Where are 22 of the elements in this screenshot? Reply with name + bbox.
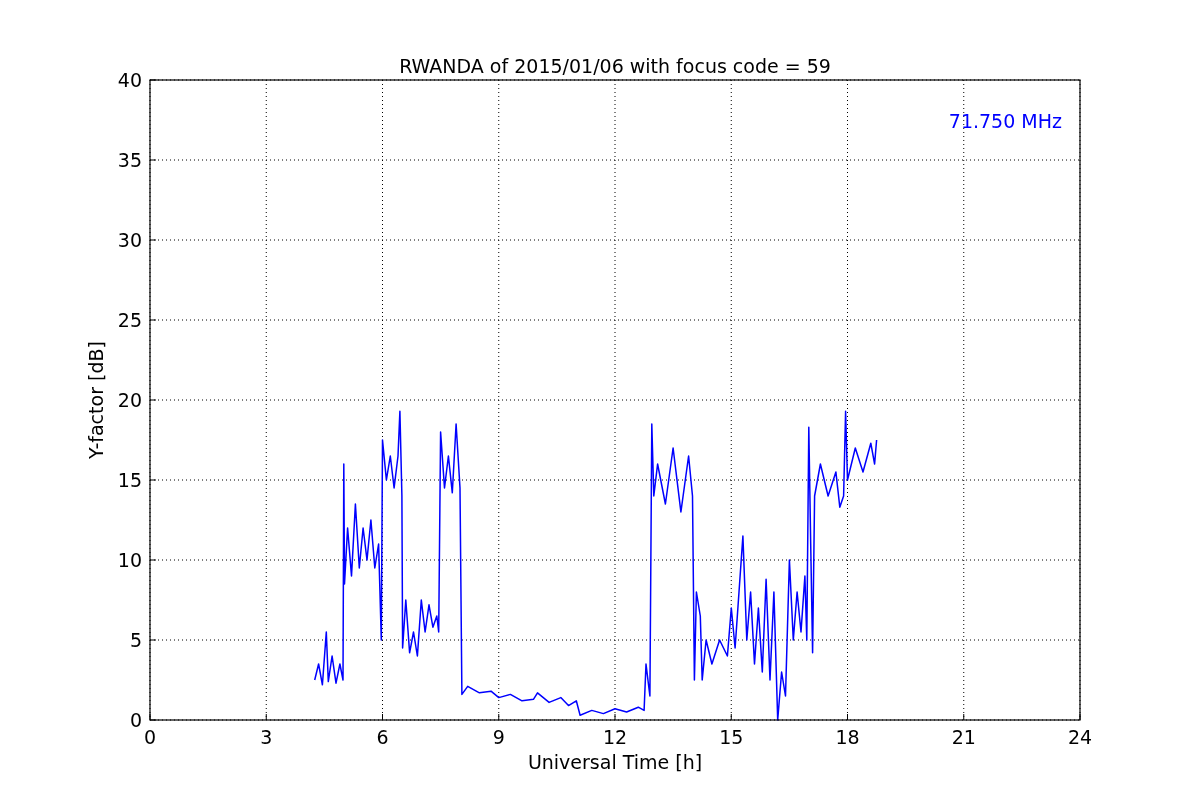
x-tick-label: 15: [719, 726, 744, 748]
y-tick-label: 15: [117, 469, 142, 491]
y-tick-label: 20: [117, 389, 142, 411]
x-tick-label: 21: [951, 726, 976, 748]
y-tick-label: 40: [117, 69, 142, 91]
y-tick-label: 35: [117, 149, 142, 171]
x-tick-label: 18: [835, 726, 860, 748]
x-tick-label: 6: [376, 726, 389, 748]
y-tick-label: 30: [117, 229, 142, 251]
y-tick-label: 0: [129, 709, 142, 731]
x-tick-label: 0: [143, 726, 157, 748]
x-tick-label: 24: [1067, 726, 1093, 748]
x-tick-label: 3: [260, 726, 273, 748]
x-tick-label: 12: [602, 726, 628, 748]
y-axis-label: Y-factor [dB]: [85, 341, 107, 459]
y-tick-label: 5: [129, 629, 142, 651]
frequency-annotation: 71.750 MHz: [948, 110, 1062, 132]
y-tick-label: 25: [117, 309, 142, 331]
x-axis-label: Universal Time [h]: [527, 751, 703, 773]
x-tick-label: 9: [492, 726, 505, 748]
chart-title: RWANDA of 2015/01/06 with focus code = 59: [399, 55, 831, 77]
y-tick-label: 10: [117, 549, 142, 571]
